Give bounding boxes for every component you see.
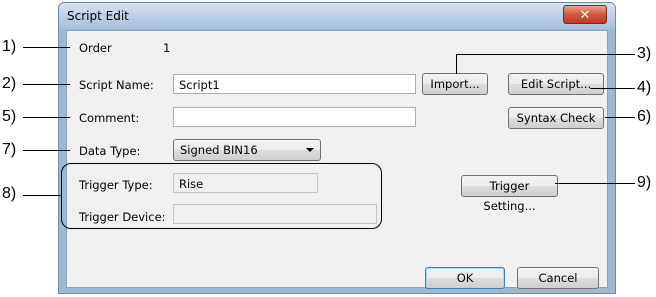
callout-7: 7) — [2, 141, 17, 158]
ok-button[interactable]: OK — [425, 267, 505, 289]
trigger-setting-button[interactable]: Trigger Setting... — [461, 175, 558, 213]
callout-3-line-v — [456, 54, 457, 74]
callout-9-line — [555, 183, 635, 184]
callout-3-line-h — [456, 54, 635, 55]
script-edit-dialog: Script Edit ✕ Order 1 Script Name: Scrip… — [58, 2, 616, 294]
callout-5-line — [23, 117, 70, 118]
callout-2-line — [23, 84, 70, 85]
close-button[interactable]: ✕ — [563, 5, 607, 24]
callout-7-line — [23, 150, 70, 151]
title-bar[interactable]: Script Edit ✕ — [59, 3, 615, 29]
callout-1: 1) — [2, 38, 17, 55]
comment-label: Comment: — [79, 111, 140, 125]
callout-5: 5) — [2, 108, 17, 125]
script-name-label: Script Name: — [79, 78, 154, 92]
callout-3: 3) — [637, 45, 652, 62]
dialog-title: Script Edit — [67, 9, 129, 23]
order-label: Order — [79, 41, 112, 55]
edit-script-button[interactable]: Edit Script... — [508, 73, 604, 95]
callout-2: 2) — [2, 75, 17, 92]
callout-4-line — [590, 88, 635, 89]
import-button[interactable]: Import... — [422, 73, 488, 95]
order-value: 1 — [163, 41, 171, 55]
callout-1-line — [23, 47, 70, 48]
callout-8-line — [23, 195, 62, 196]
cancel-button[interactable]: Cancel — [517, 267, 599, 289]
trigger-group-highlight — [61, 163, 382, 229]
dialog-client-area: Order 1 Script Name: Script1 Import... E… — [66, 30, 608, 289]
callout-8: 8) — [2, 185, 17, 202]
data-type-label: Data Type: — [79, 144, 141, 158]
callout-6: 6) — [637, 108, 652, 125]
callout-4: 4) — [637, 79, 652, 96]
syntax-check-button[interactable]: Syntax Check — [508, 107, 604, 129]
callout-6-line — [605, 117, 635, 118]
close-icon: ✕ — [579, 7, 591, 22]
comment-input[interactable] — [173, 107, 416, 127]
data-type-selected: Signed BIN16 — [180, 143, 258, 157]
script-name-input[interactable]: Script1 — [173, 74, 416, 94]
callout-9: 9) — [637, 174, 652, 191]
data-type-select[interactable]: Signed BIN16 — [173, 139, 321, 161]
chevron-down-icon — [306, 148, 314, 152]
